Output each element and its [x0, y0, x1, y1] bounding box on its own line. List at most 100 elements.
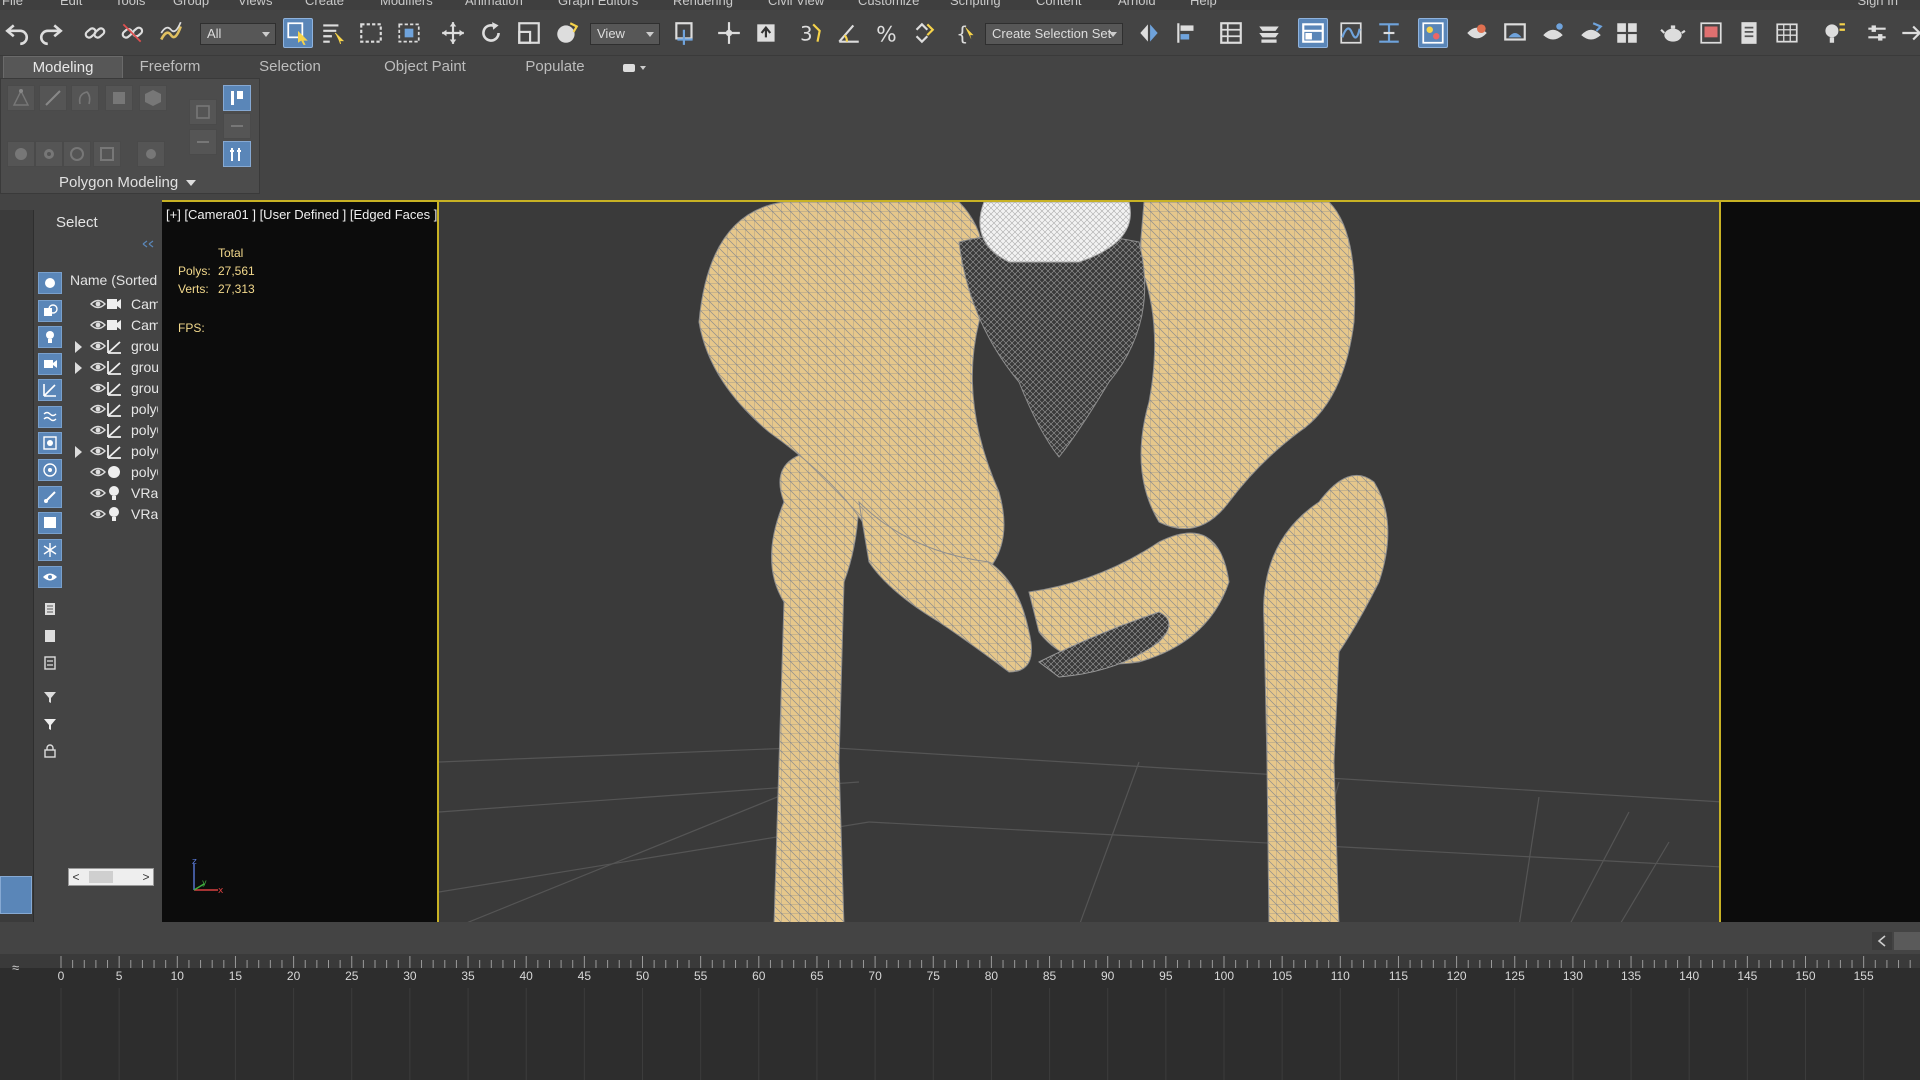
render-production-icon[interactable]	[1538, 18, 1568, 48]
eye-icon[interactable]	[90, 360, 106, 374]
track-bar-ruler[interactable]	[0, 954, 1920, 968]
track-bar[interactable]: ≈ 0 5 10 15 20 25 30 35 40 45 50 55 60 65 70 75 80 85 90 95…	[0, 954, 1920, 1080]
display-none-icon[interactable]	[38, 272, 62, 294]
eye-icon[interactable]	[90, 339, 106, 353]
list-item[interactable]: poly03	[70, 441, 158, 462]
menu-rendering[interactable]: Rendering	[673, 0, 733, 8]
menu-content[interactable]: Content	[1036, 0, 1082, 8]
polygon-modeling-dropdown[interactable]: Polygon Modeling	[59, 174, 196, 191]
light-lister-icon[interactable]	[1818, 18, 1848, 48]
eye-icon[interactable]	[90, 486, 106, 500]
list-item[interactable]: group03	[70, 378, 158, 399]
menu-modifiers[interactable]: Modifiers	[380, 0, 433, 8]
menu-tools[interactable]: Tools	[115, 0, 145, 8]
tab-populate[interactable]: Populate	[515, 56, 595, 78]
render-message-icon[interactable]	[1734, 18, 1764, 48]
toggle-scene-explorer-icon[interactable]	[1216, 18, 1246, 48]
schematic-view-icon[interactable]	[1374, 18, 1404, 48]
placement-icon[interactable]	[552, 18, 582, 48]
link-icon[interactable]	[80, 18, 110, 48]
bind-space-warp-icon[interactable]	[156, 18, 186, 48]
explorer-select-menu[interactable]: Select	[56, 214, 98, 231]
display-hidden-icon[interactable]	[38, 566, 62, 588]
menu-customize[interactable]: Customize	[858, 0, 919, 8]
named-selection-sets-dropdown[interactable]: Create Selection Set	[985, 23, 1123, 45]
pin-stack-icon[interactable]	[189, 129, 217, 155]
display-containers-icon[interactable]	[38, 512, 62, 534]
eye-icon[interactable]	[90, 444, 106, 458]
tab-object-paint[interactable]: Object Paint	[375, 56, 475, 78]
snaps-toggle-icon[interactable]: 3	[796, 18, 826, 48]
angle-snap-icon[interactable]	[834, 18, 864, 48]
name-column-header[interactable]: Name (Sorted Ascending)	[70, 270, 158, 292]
scroll-right-icon[interactable]: >	[139, 869, 153, 885]
display-spacewarps-icon[interactable]	[38, 406, 62, 428]
render-iterative-icon[interactable]	[1576, 18, 1606, 48]
rectangular-selection-icon[interactable]	[356, 18, 386, 48]
keyboard-shortcut-override-icon[interactable]	[752, 18, 782, 48]
display-xrefs-icon[interactable]	[38, 459, 62, 481]
filter-selected-icon[interactable]	[38, 713, 62, 735]
render-in-cloud-icon[interactable]	[1612, 18, 1642, 48]
edge-icon[interactable]	[39, 85, 67, 111]
eye-icon[interactable]	[90, 423, 106, 437]
polygon-icon[interactable]	[105, 85, 133, 111]
spinner-snap-icon[interactable]	[908, 18, 938, 48]
select-by-name-icon[interactable]	[318, 18, 348, 48]
next-modifier-icon[interactable]	[223, 113, 251, 139]
list-item[interactable]: VRayLight001	[70, 483, 158, 504]
sign-in-button[interactable]: Sign In	[1858, 0, 1898, 8]
border-icon[interactable]	[71, 85, 99, 111]
list-item[interactable]: group02	[70, 357, 158, 378]
menu-views[interactable]: Views	[238, 0, 272, 8]
display-helpers-icon[interactable]	[38, 379, 62, 401]
grow-icon[interactable]	[7, 141, 35, 167]
viewport-settings-icon[interactable]	[1862, 18, 1892, 48]
unlink-icon[interactable]	[117, 18, 147, 48]
modify-mode-icon[interactable]	[223, 141, 251, 167]
list-item[interactable]: poly02	[70, 420, 158, 441]
viewport-label-menu[interactable]: [+] [Camera01 ] [User Defined ] [Edged F…	[166, 207, 437, 222]
select-object-icon[interactable]	[283, 18, 313, 48]
menu-help[interactable]: Help	[1190, 0, 1217, 8]
menu-arnold[interactable]: Arnold	[1118, 0, 1156, 8]
shrink-icon[interactable]	[35, 141, 63, 167]
display-groups-icon[interactable]	[38, 432, 62, 454]
eye-icon[interactable]	[90, 402, 106, 416]
mirror-icon[interactable]	[1134, 18, 1164, 48]
align-icon[interactable]	[1172, 18, 1202, 48]
move-icon[interactable]	[438, 18, 468, 48]
teapot-render-icon[interactable]	[1658, 18, 1688, 48]
list-item[interactable]: group01	[70, 336, 158, 357]
expand-arrow-icon[interactable]	[75, 341, 82, 353]
eye-icon[interactable]	[90, 297, 106, 311]
edit-named-selections-icon[interactable]: {	[952, 18, 982, 48]
toolbar-overflow-icon[interactable]	[1896, 18, 1920, 48]
scale-icon[interactable]	[514, 18, 544, 48]
toggle-ribbon-icon[interactable]	[1298, 18, 1328, 48]
toggle-layer-explorer-icon[interactable]	[1254, 18, 1284, 48]
window-crossing-icon[interactable]	[394, 18, 424, 48]
curve-editor-icon[interactable]	[1336, 18, 1366, 48]
menu-civil-view[interactable]: Civil View	[768, 0, 824, 8]
list-item[interactable]: Camera01.Target	[70, 315, 158, 336]
percent-snap-icon[interactable]: %	[872, 18, 902, 48]
explorer-horizontal-scrollbar[interactable]: < >	[68, 868, 154, 886]
rotate-icon[interactable]	[476, 18, 506, 48]
menu-create[interactable]: Create	[305, 0, 344, 8]
expand-arrow-icon[interactable]	[75, 362, 82, 374]
display-geometry-icon[interactable]	[38, 300, 62, 322]
menu-scripting[interactable]: Scripting	[950, 0, 1001, 8]
eye-icon[interactable]	[90, 381, 106, 395]
list-item[interactable]: poly01	[70, 399, 158, 420]
list-item[interactable]: poly04	[70, 462, 158, 483]
select-and-manipulate-icon[interactable]	[714, 18, 744, 48]
time-slider-nav[interactable]	[1872, 932, 1920, 950]
ribbon-options-button[interactable]	[618, 59, 650, 81]
lock-selection-icon[interactable]	[38, 740, 62, 762]
list-item[interactable]: VRayLight002	[70, 504, 158, 525]
eye-icon[interactable]	[90, 465, 106, 479]
display-shapes-icon[interactable]	[38, 326, 62, 348]
material-editor-icon[interactable]	[1418, 18, 1448, 48]
open-render-window-icon[interactable]	[1696, 18, 1726, 48]
